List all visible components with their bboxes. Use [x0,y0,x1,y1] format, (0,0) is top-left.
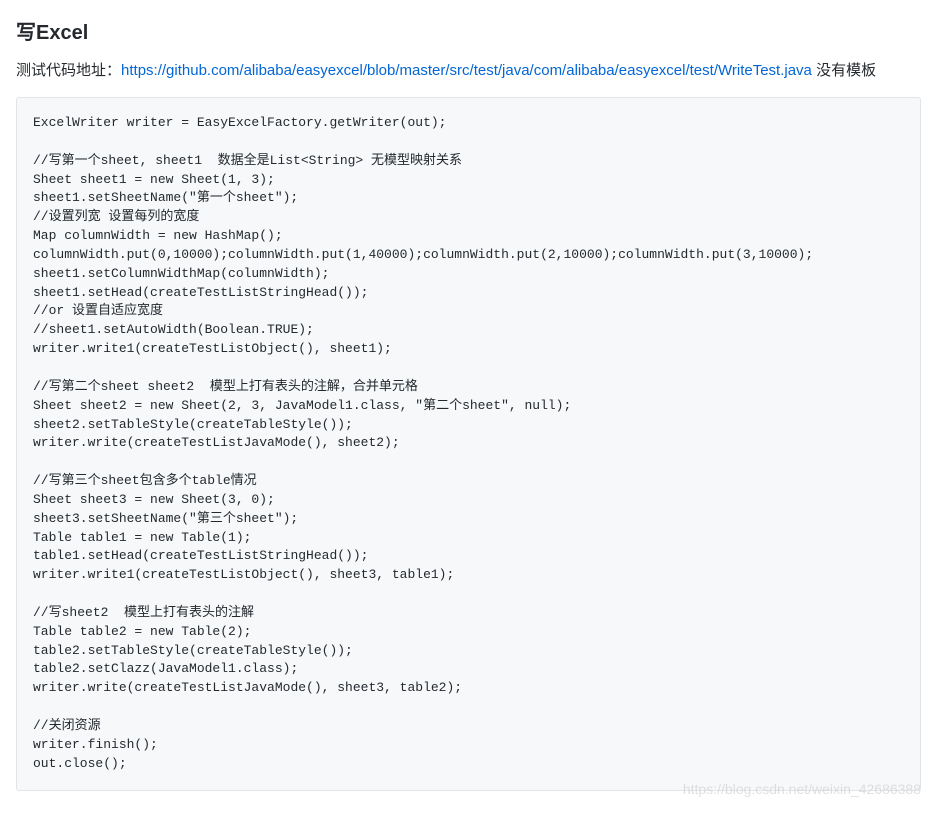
section-heading: 写Excel [16,16,921,45]
code-block: ExcelWriter writer = EasyExcelFactory.ge… [16,97,921,791]
intro-suffix: 没有模板 [812,62,876,79]
intro-prefix: 测试代码地址： [16,62,121,79]
test-code-link[interactable]: https://github.com/alibaba/easyexcel/blo… [121,62,812,79]
intro-paragraph: 测试代码地址：https://github.com/alibaba/easyex… [16,59,921,83]
